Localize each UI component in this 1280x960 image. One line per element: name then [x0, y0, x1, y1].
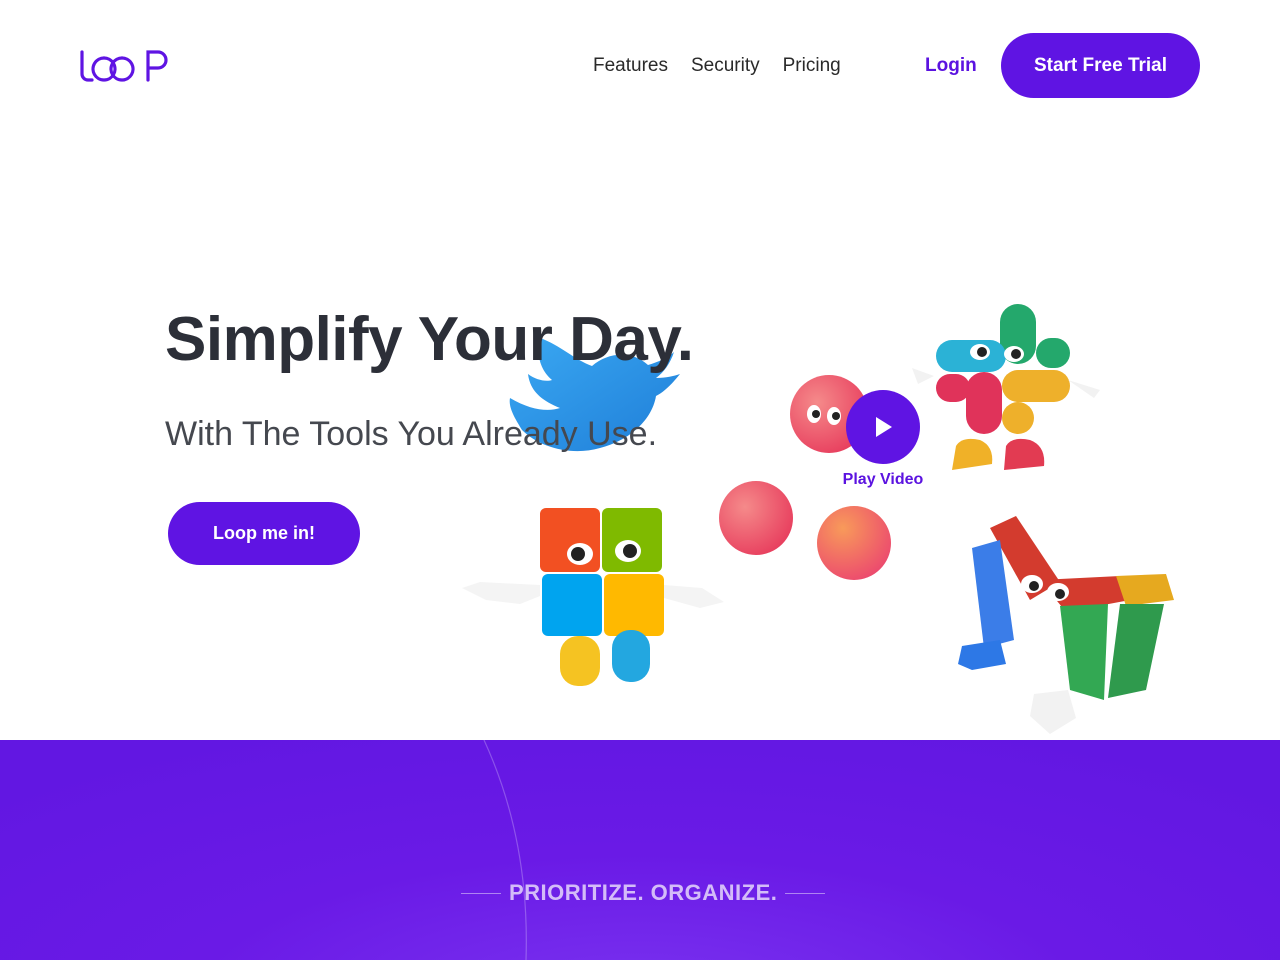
microsoft-character-icon — [462, 508, 724, 686]
divider — [461, 892, 501, 894]
hero-title: Simplify Your Day. — [165, 305, 694, 374]
loop-logo[interactable] — [78, 46, 170, 84]
ball-icon — [817, 506, 891, 580]
slack-character-icon — [912, 304, 1100, 470]
nav-item-security[interactable]: Security — [691, 54, 760, 78]
login-link[interactable]: Login — [925, 54, 977, 78]
play-video-button[interactable] — [846, 390, 920, 464]
loop-me-in-button[interactable]: Loop me in! — [168, 502, 360, 565]
start-free-trial-button[interactable]: Start Free Trial — [1001, 33, 1200, 98]
play-video-control: Play Video — [838, 388, 928, 493]
hero-subtitle: With The Tools You Already Use. — [165, 415, 658, 453]
play-video-label[interactable]: Play Video — [838, 470, 928, 490]
nav-item-pricing[interactable]: Pricing — [783, 54, 841, 78]
play-icon — [876, 417, 892, 437]
divider — [785, 892, 826, 894]
nav-item-features[interactable]: Features — [593, 54, 668, 78]
features-band: PRIORITIZE. ORGANIZE. — [0, 740, 1280, 960]
section-tagline: PRIORITIZE. ORGANIZE. — [509, 880, 778, 905]
decorative-arc — [483, 740, 527, 960]
gmail-character-icon — [958, 516, 1174, 734]
tagline-row: PRIORITIZE. ORGANIZE. — [461, 880, 826, 906]
ball-icon — [719, 481, 793, 555]
main-nav: Features Security Pricing — [593, 54, 841, 78]
site-header: Features Security Pricing Login Start Fr… — [0, 0, 1280, 130]
